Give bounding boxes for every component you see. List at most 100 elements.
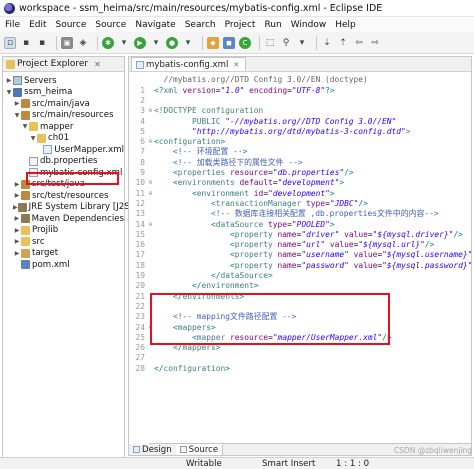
close-icon[interactable]: ✕ [233, 61, 239, 69]
menu-item[interactable]: Source [95, 20, 126, 30]
code-token: "password" [301, 260, 349, 270]
title-bar: workspace - ssm_heima/src/main/resources… [0, 0, 474, 17]
expanded-chevron-icon[interactable]: ▼ [5, 89, 13, 96]
line-number: 23 [135, 312, 145, 322]
menu-item[interactable]: Help [335, 20, 356, 30]
new-class-icon[interactable]: C [239, 36, 251, 49]
source-folder-icon [21, 110, 30, 120]
collapsed-chevron-icon[interactable]: ▶ [13, 181, 21, 188]
debug-icon[interactable]: ✱ [102, 36, 114, 49]
code-token: name [277, 250, 297, 260]
save-all-icon[interactable]: ▪ [36, 37, 48, 49]
code-area[interactable]: //mybatis.org//DTD Config 3.0//EN (docty… [129, 72, 471, 444]
tree-item[interactable]: ▶ src/test/resources [3, 190, 124, 202]
tree-item[interactable]: ▼ ssm_heima [3, 87, 124, 99]
fold-toggle-icon[interactable]: ⊖ [147, 138, 154, 145]
tree-item[interactable]: ▼ src/main/resources [3, 110, 124, 122]
project-explorer-icon [6, 59, 15, 69]
properties-icon[interactable]: ◈ [77, 37, 89, 49]
coverage-icon[interactable]: ● [166, 36, 178, 49]
code-token: /> [424, 240, 435, 250]
tree-item-label: Projlib [32, 225, 59, 236]
tab-source[interactable]: Source [175, 444, 224, 455]
tree-item[interactable]: ▶ Servers [3, 75, 124, 87]
new-file-icon[interactable]: ▫ [4, 36, 16, 49]
collapsed-chevron-icon[interactable]: ▶ [13, 250, 21, 257]
menu-item[interactable]: Edit [29, 20, 46, 30]
dropdown-icon[interactable]: ▾ [118, 37, 130, 49]
file-icon [29, 156, 38, 166]
tree-item-label: Servers [24, 75, 57, 86]
line-number: 27 [135, 353, 145, 363]
next-annotation-icon[interactable]: ⇣ [321, 37, 333, 49]
tree-item[interactable]: ▼ ch01 [3, 133, 124, 145]
tree-item[interactable]: UserMapper.xml [3, 144, 124, 156]
line-number: 1 [140, 85, 145, 95]
menu-item[interactable]: File [5, 20, 20, 30]
open-type-icon[interactable]: ⬚ [264, 37, 276, 49]
menu-item[interactable]: Run [264, 20, 281, 30]
code-line: 2 [129, 95, 471, 105]
tree-item[interactable]: ▶ src/main/java [3, 98, 124, 110]
expanded-chevron-icon[interactable]: ▼ [29, 135, 37, 142]
tab-design[interactable]: Design [129, 444, 176, 455]
dropdown-icon[interactable]: ▾ [150, 37, 162, 49]
collapsed-chevron-icon[interactable]: ▶ [13, 215, 21, 222]
menu-item[interactable]: Search [185, 20, 216, 30]
collapsed-chevron-icon[interactable]: ▶ [13, 100, 21, 107]
tree-item-label: src/main/resources [32, 110, 114, 121]
previous-annotation-icon[interactable]: ⇡ [337, 37, 349, 49]
collapsed-chevron-icon[interactable]: ▶ [5, 77, 13, 84]
search-icon[interactable]: ⚲ [280, 37, 292, 49]
tree-item[interactable]: ▶ Projlib [3, 225, 124, 237]
tree-item[interactable]: ▶ target [3, 248, 124, 260]
collapsed-chevron-icon[interactable]: ▶ [13, 238, 21, 245]
menu-item[interactable]: Window [291, 20, 327, 30]
code-token: "url" [301, 240, 326, 250]
folder-icon [21, 237, 30, 247]
tree-item-label: JRE System Library [J2SE- [28, 202, 139, 213]
close-icon[interactable]: ✕ [94, 60, 101, 69]
collapsed-chevron-icon[interactable]: ▶ [13, 227, 21, 234]
console-icon[interactable]: ▣ [61, 36, 73, 49]
tree-item-label: ssm_heima [24, 87, 73, 98]
fold-toggle-icon[interactable]: ⊖ [147, 179, 154, 186]
code-token: "username" [301, 250, 349, 260]
line-number: 21 [135, 291, 145, 301]
new-java-project-icon[interactable]: ◆ [207, 36, 219, 49]
dropdown-icon[interactable]: ▾ [296, 37, 308, 49]
forward-icon[interactable]: ⇨ [369, 37, 381, 49]
menu-item[interactable]: Source [56, 20, 87, 30]
project-explorer-panel: Project Explorer ✕ ▶ Servers ▼ ssm_heima ▶ sr… [2, 56, 138, 468]
code-line: 11 ⊖ < environment id = "development" > [129, 188, 471, 198]
expanded-chevron-icon[interactable]: ▼ [21, 123, 29, 130]
code-line: 15 < property name = "driver" value = "${mysq… [129, 229, 471, 239]
tab-mybatis-config[interactable]: mybatis-config.xml ✕ [131, 57, 247, 71]
tree-item[interactable]: ▶ src [3, 236, 124, 248]
expanded-chevron-icon[interactable]: ▼ [13, 112, 21, 119]
tree-item[interactable]: ▼ mapper [3, 121, 124, 133]
line-number: 15 [135, 229, 145, 239]
tree-item[interactable]: pom.xml [3, 259, 124, 271]
back-icon[interactable]: ⇦ [353, 37, 365, 49]
fold-toggle-icon[interactable]: ⊖ [147, 190, 154, 197]
save-icon[interactable]: ▪ [20, 37, 32, 49]
server-folder-icon [13, 76, 22, 86]
fold-toggle-icon[interactable]: ⊖ [147, 107, 154, 114]
collapsed-chevron-icon[interactable]: ▶ [13, 192, 21, 199]
tree-item[interactable]: db.properties [3, 156, 124, 168]
code-token: value [339, 229, 368, 239]
collapsed-chevron-icon[interactable]: ▶ [13, 204, 18, 211]
tree-item-label: src [32, 236, 45, 247]
run-icon[interactable]: ▶ [134, 36, 146, 49]
menu-item[interactable]: Project [225, 20, 256, 30]
tree-item[interactable]: ▶ JRE System Library [J2SE- [3, 202, 138, 214]
fold-toggle-icon[interactable]: ⊖ [147, 221, 154, 228]
code-line: 5 "http://mybatis.org/dtd/mybatis-3-conf… [129, 126, 471, 136]
tree-item[interactable]: ▶ Maven Dependencies [3, 213, 124, 225]
new-package-icon[interactable]: ◼ [223, 36, 235, 49]
menu-item[interactable]: Navigate [135, 20, 175, 30]
folder-icon [21, 225, 30, 235]
dropdown-icon[interactable]: ▾ [182, 37, 194, 49]
